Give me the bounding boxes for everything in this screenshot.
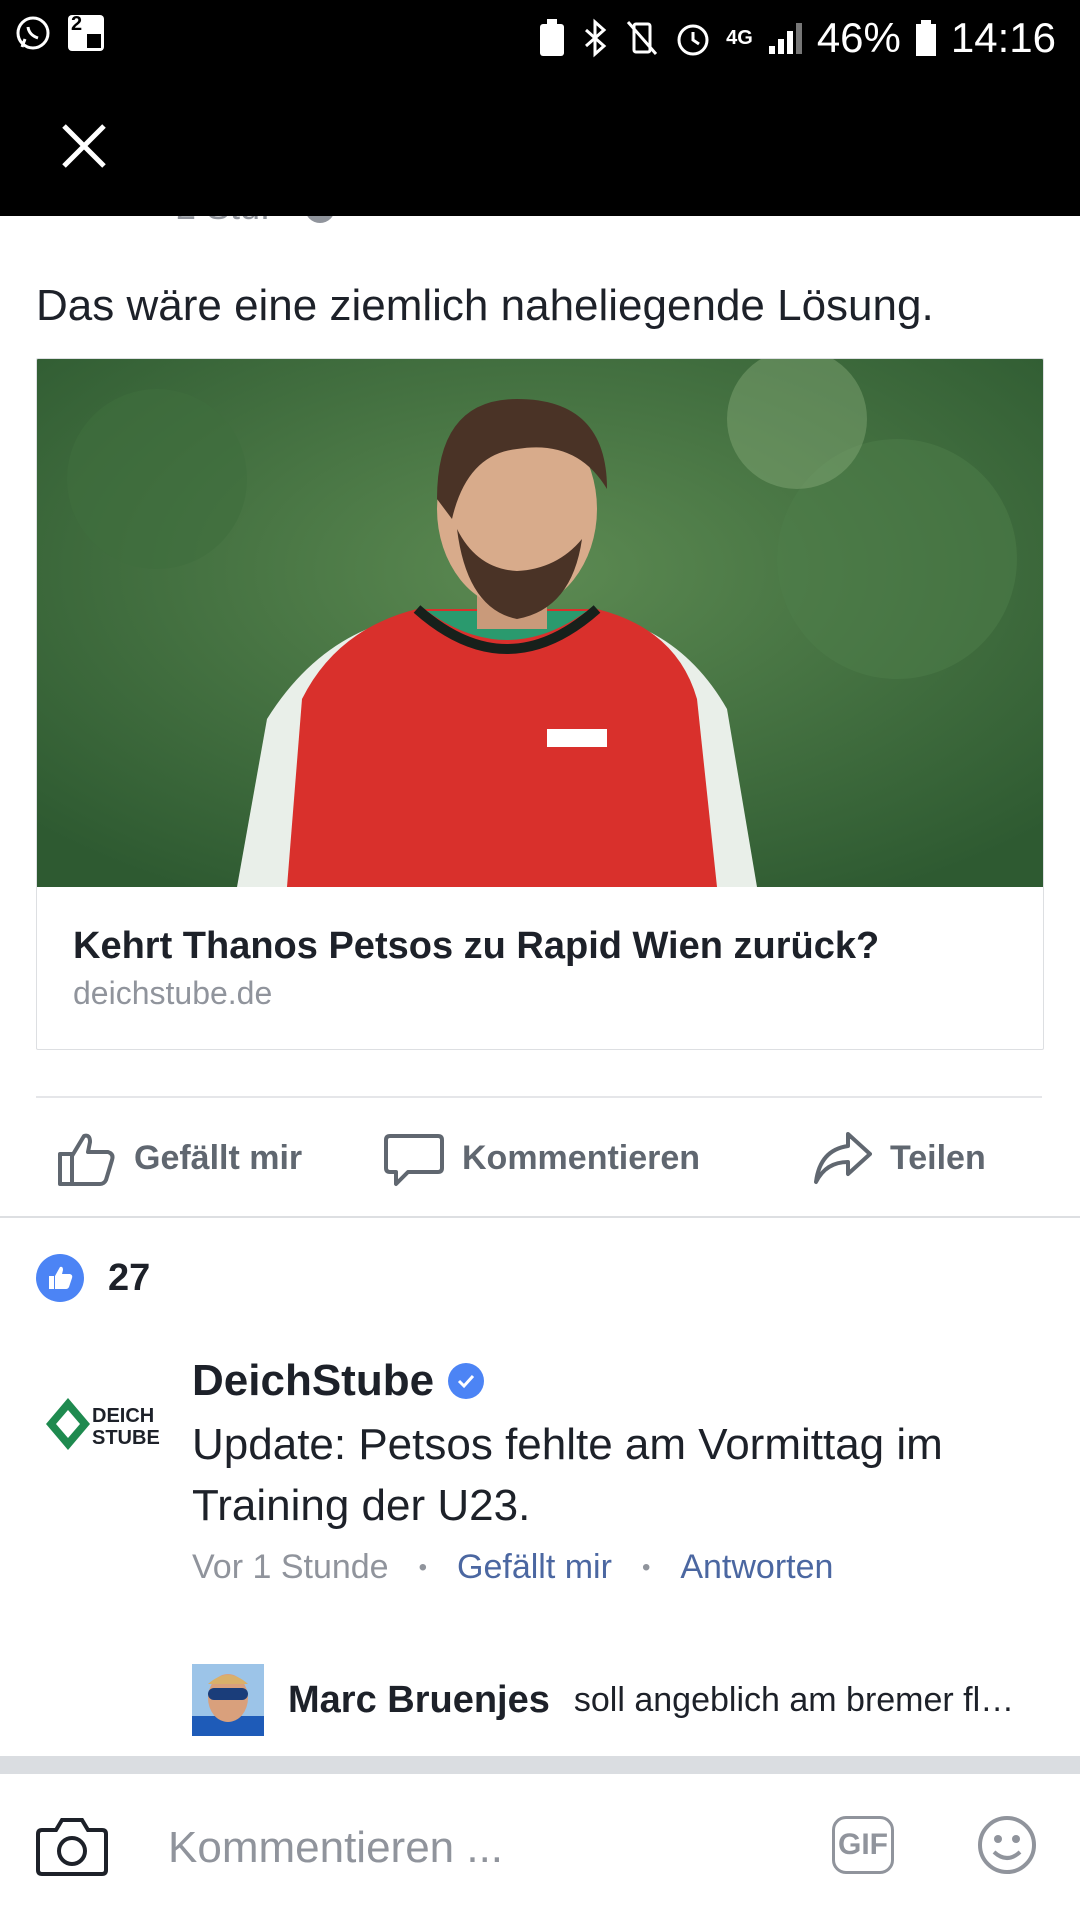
reaction-count: 27 xyxy=(108,1256,151,1299)
comment-author-name: DeichStube xyxy=(192,1356,435,1405)
comment-reply-link[interactable]: Antworten xyxy=(680,1548,833,1587)
top-bar xyxy=(0,76,1080,216)
share-label: Teilen xyxy=(890,1138,986,1177)
svg-text:DEICH: DEICH xyxy=(92,1405,154,1427)
battery-icon xyxy=(915,20,936,56)
link-preview-image xyxy=(37,359,1043,887)
divider xyxy=(0,1216,1080,1218)
separator-band xyxy=(0,1756,1080,1774)
status-bar: 2 4G 46% 14:16 xyxy=(0,0,1080,76)
vibrate-mute-icon xyxy=(627,21,658,55)
close-icon[interactable] xyxy=(56,118,112,174)
signal-icon xyxy=(768,23,802,54)
comment-composer: GIF xyxy=(0,1774,1080,1920)
comment-icon xyxy=(384,1134,444,1186)
svg-text:STUBE: STUBE xyxy=(92,1427,160,1449)
link-preview-card[interactable]: Kehrt Thanos Petsos zu Rapid Wien zurück… xyxy=(36,358,1044,1050)
notification-badge-count: 2 xyxy=(71,13,83,35)
comment-author[interactable]: DeichStube xyxy=(192,1356,485,1406)
reply-author: Marc Bruenjes xyxy=(288,1678,550,1721)
gif-button[interactable]: GIF xyxy=(832,1816,894,1874)
share-button[interactable]: Teilen xyxy=(812,1098,986,1218)
alarm-icon xyxy=(677,24,709,56)
deichstube-avatar[interactable]: DEICH STUBE xyxy=(40,1384,160,1464)
link-domain: deichstube.de xyxy=(73,975,273,1011)
link-title: Kehrt Thanos Petsos zu Rapid Wien zurück… xyxy=(73,925,880,967)
post-actions: Gefällt mir Kommentieren Teilen xyxy=(0,1098,1080,1218)
emoji-icon[interactable] xyxy=(976,1814,1038,1876)
like-reaction-icon xyxy=(36,1254,84,1302)
separator-dot: • xyxy=(418,1553,428,1581)
comment-input[interactable] xyxy=(168,1818,768,1878)
whatsapp-icon xyxy=(16,16,50,50)
clock: 14:16 xyxy=(950,14,1056,61)
comment-button[interactable]: Kommentieren xyxy=(384,1098,700,1218)
battery-saver-icon xyxy=(540,19,565,56)
separator-dot: • xyxy=(641,1553,651,1581)
comment-like-link[interactable]: Gefällt mir xyxy=(457,1548,612,1587)
reply-author-avatar xyxy=(192,1664,264,1736)
thumbs-up-icon xyxy=(58,1133,115,1186)
like-label: Gefällt mir xyxy=(134,1138,303,1177)
reply-preview[interactable]: Marc Bruenjes soll angeblich am bremer f… xyxy=(192,1664,1014,1736)
reactions-summary[interactable]: 27 xyxy=(36,1254,150,1302)
comment-meta: Vor 1 Stunde • Gefällt mir • Antworten xyxy=(192,1548,833,1587)
notification-badge-icon: 2 xyxy=(68,13,104,51)
like-button[interactable]: Gefällt mir xyxy=(56,1098,302,1218)
comment-label: Kommentieren xyxy=(462,1138,701,1177)
bluetooth-icon xyxy=(585,18,607,58)
share-icon xyxy=(814,1132,872,1184)
post-text: Das wäre eine ziemlich naheliegende Lösu… xyxy=(36,281,934,330)
camera-icon[interactable] xyxy=(36,1814,108,1878)
verified-badge-icon xyxy=(448,1363,485,1399)
comment-text: Update: Petsos fehlte am Vormittag im Tr… xyxy=(192,1420,943,1530)
comment-time: Vor 1 Stunde xyxy=(192,1548,389,1586)
network-type: 4G xyxy=(726,26,753,49)
battery-percent: 46% xyxy=(816,14,901,61)
reply-text: soll angeblich am bremer fl… xyxy=(573,1680,1015,1719)
